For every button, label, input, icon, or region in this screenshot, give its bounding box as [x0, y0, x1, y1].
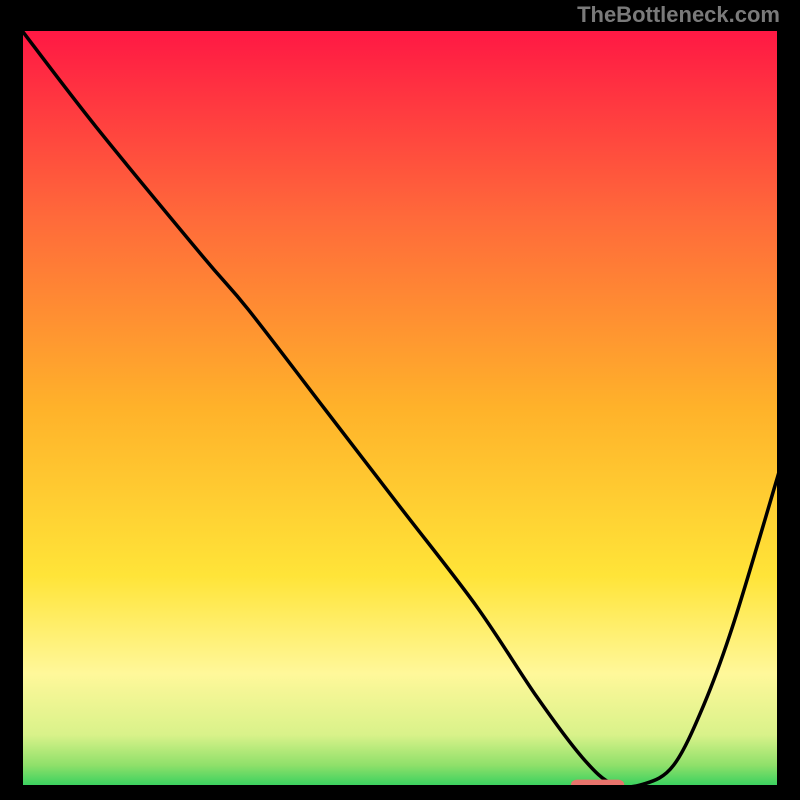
watermark-text: TheBottleneck.com	[577, 2, 780, 28]
bottleneck-chart	[20, 28, 780, 788]
gradient-background	[20, 28, 780, 788]
